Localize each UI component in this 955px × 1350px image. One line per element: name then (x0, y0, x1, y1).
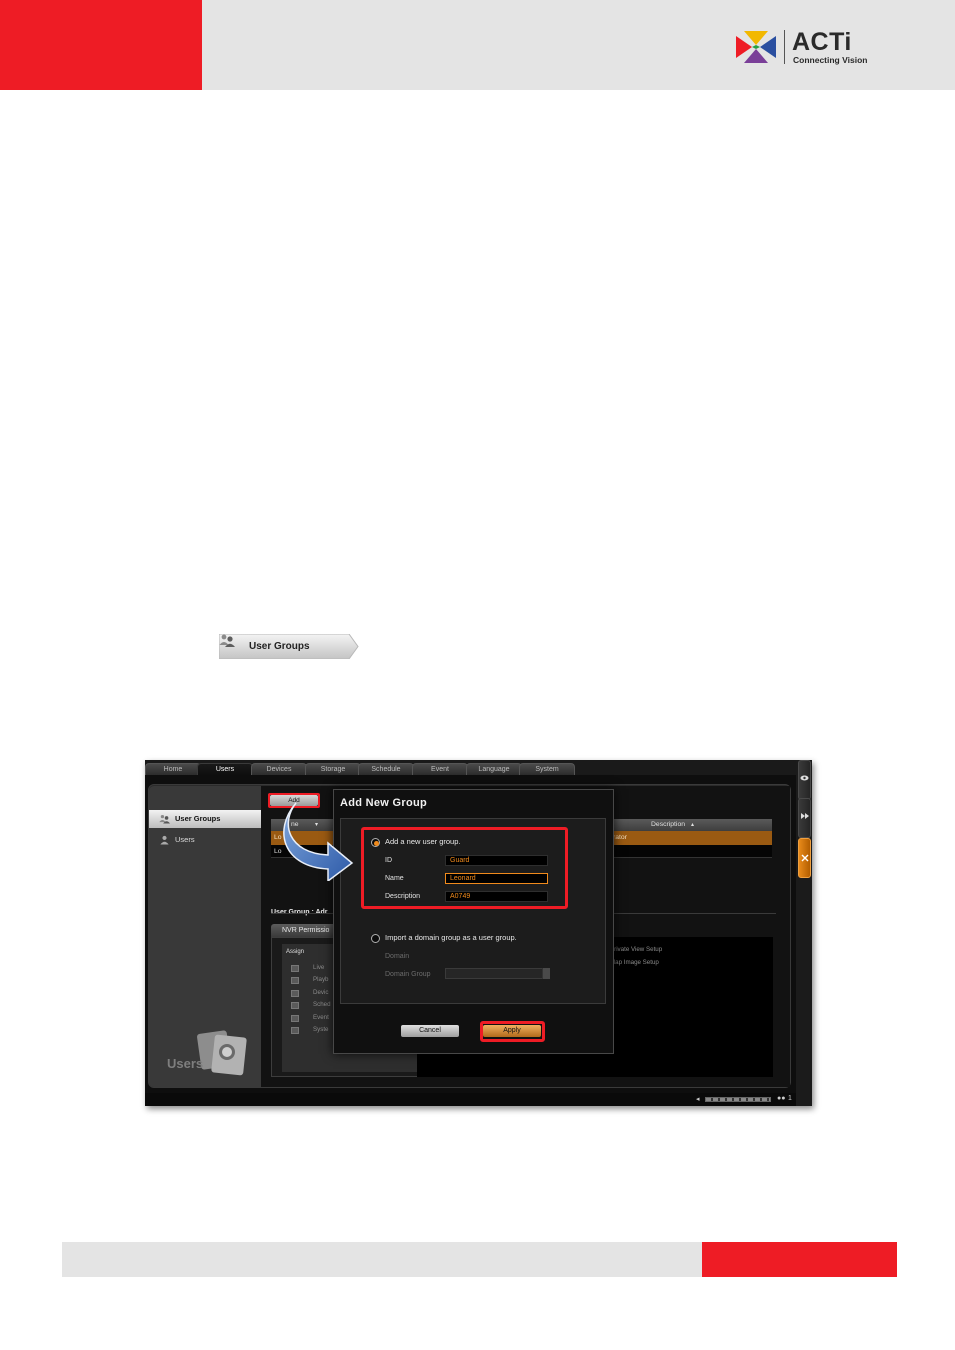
logo-divider (784, 30, 785, 64)
domain-group-option-label: Import a domain group as a user group. (385, 933, 517, 942)
permission-label: Private View Setup (610, 946, 663, 953)
tab-schedule[interactable]: Schedule (358, 763, 414, 775)
tab-event[interactable]: Event (412, 763, 468, 775)
online-user-count: 1 (788, 1095, 792, 1102)
permission-checkbox[interactable] (291, 1027, 299, 1034)
logo-mark-icon (736, 31, 776, 63)
eye-icon (800, 775, 809, 781)
sidebar-item-user-groups[interactable]: User Groups (149, 810, 267, 828)
permission-label: Event (313, 1014, 329, 1021)
user-groups-label: User Groups (249, 641, 310, 652)
curved-arrow-icon (283, 802, 354, 881)
tab-home[interactable]: Home (145, 763, 201, 775)
tab-language[interactable]: Language (466, 763, 522, 775)
permission-label: Live (313, 964, 325, 971)
user-group-icon (219, 634, 235, 647)
permission-label: Syste (313, 1026, 329, 1033)
setup-button[interactable] (798, 838, 811, 878)
acti-logo: ACTi Connecting Vision (734, 28, 874, 68)
group-name-cell: Lo (274, 848, 282, 855)
permission-label: Playb (313, 976, 329, 983)
tools-icon (801, 854, 808, 862)
setup-sidebar: User Groups Users Users (149, 786, 267, 1087)
permission-label: Map Image Setup (610, 959, 659, 966)
main-tab-bar: Home Users Devices Storage Schedule Even… (145, 760, 796, 775)
permission-checkbox[interactable] (291, 1002, 299, 1009)
nvr-screenshot: Home Users Devices Storage Schedule Even… (145, 760, 812, 1106)
users-illustration-icon (197, 1030, 247, 1076)
domain-group-radio[interactable] (371, 934, 380, 943)
live-view-button[interactable] (798, 760, 811, 800)
group-description-cell: rator (613, 834, 627, 841)
page-footer-bar (62, 1242, 702, 1277)
fast-forward-icon (800, 813, 809, 819)
footer-red-block (702, 1242, 897, 1277)
sidebar-item-label: Users (175, 835, 195, 844)
tab-devices[interactable]: Devices (251, 763, 307, 775)
permission-checkbox[interactable] (291, 977, 299, 984)
user-group-icon (159, 814, 170, 824)
permission-checkbox[interactable] (291, 990, 299, 997)
apply-button-highlight (480, 1021, 545, 1042)
domain-group-label: Domain Group (385, 971, 431, 978)
new-group-highlight (361, 827, 568, 909)
brand-tagline: Connecting Vision (793, 55, 868, 65)
tab-system[interactable]: System (519, 763, 575, 775)
user-groups-inline-button: User Groups (219, 634, 359, 659)
volume-slider[interactable] (705, 1097, 771, 1102)
permission-checkbox[interactable] (291, 965, 299, 972)
description-column-header[interactable]: Description (651, 819, 685, 831)
domain-label: Domain (385, 953, 410, 960)
permission-label: Devic (313, 989, 329, 996)
speaker-icon: ◂ (696, 1096, 700, 1103)
right-toolbar (796, 760, 812, 1106)
header-red-block (0, 0, 202, 90)
assign-header: Assign (286, 949, 305, 955)
section-watermark: Users (167, 1056, 204, 1071)
sidebar-item-label: User Groups (175, 814, 221, 823)
group-name-cell: Lo (274, 834, 282, 841)
tab-nvr-permissions[interactable]: NVR Permissio (271, 924, 341, 937)
sidebar-item-users[interactable]: Users (149, 831, 261, 849)
domain-group-select[interactable] (445, 968, 550, 979)
brand-name: ACTi (792, 28, 852, 56)
online-users-icon: ●● (777, 1095, 786, 1102)
playback-button[interactable] (798, 798, 811, 838)
status-bar: ◂ ●● 1 (145, 1093, 796, 1106)
cancel-button[interactable]: Cancel (401, 1025, 459, 1037)
chevron-down-icon (542, 968, 550, 979)
permission-checkbox[interactable] (291, 1015, 299, 1022)
tab-users[interactable]: Users (197, 763, 253, 775)
permission-label: Sched (313, 1001, 331, 1008)
tab-storage[interactable]: Storage (305, 763, 361, 775)
sort-arrow-icon: ▴ (691, 822, 695, 828)
user-icon (160, 835, 169, 845)
